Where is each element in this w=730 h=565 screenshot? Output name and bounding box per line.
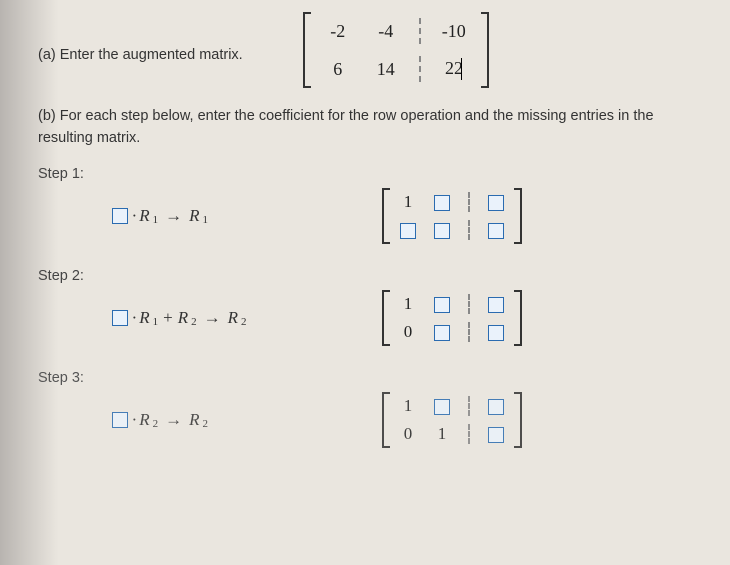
step3-r2c3-input[interactable]: [488, 427, 504, 443]
aug-divider: [419, 18, 421, 44]
aug-divider: [468, 322, 470, 342]
step2-r1c2-input[interactable]: [434, 297, 450, 313]
aug-divider: [468, 294, 470, 314]
matrix-a-r1c1[interactable]: -2: [319, 21, 357, 42]
step1-r1c3-input[interactable]: [488, 195, 504, 211]
step1-r2c3-input[interactable]: [488, 223, 504, 239]
step1-r2c1-input[interactable]: [400, 223, 416, 239]
step-3-operation: · R2 → R2: [22, 410, 322, 430]
step2-r1c1: 1: [396, 294, 420, 314]
coeff-input-step3[interactable]: [112, 412, 128, 428]
step-3-matrix: 1 0 1: [382, 392, 522, 448]
matrix-a-r2c3[interactable]: 22: [435, 58, 473, 81]
step2-r2c3-input[interactable]: [488, 325, 504, 341]
step3-r2c2: 1: [430, 424, 454, 444]
step-1-matrix: 1: [382, 188, 522, 244]
text-cursor: [461, 58, 463, 80]
coeff-input-step2[interactable]: [112, 310, 128, 326]
step2-r2c1: 0: [396, 322, 420, 342]
aug-divider: [419, 56, 421, 82]
augmented-matrix-a: -2 -4 -10 6 14 22: [303, 12, 489, 88]
part-b-prompt: (b) For each step below, enter the coeff…: [38, 106, 712, 150]
step3-r1c1: 1: [396, 396, 420, 416]
step-2-operation: · R1 + R2 → R2: [22, 308, 322, 328]
step-3-label: Step 3:: [38, 370, 712, 386]
step-1-label: Step 1:: [38, 166, 712, 182]
part-a-row: (a) Enter the augmented matrix. -2 -4 -1…: [22, 12, 712, 88]
step-3-row: · R2 → R2 1 0 1: [22, 392, 712, 448]
aug-divider: [468, 396, 470, 416]
step3-r1c2-input[interactable]: [434, 399, 450, 415]
step-2-label: Step 2:: [38, 268, 712, 284]
aug-divider: [468, 192, 470, 212]
step3-r1c3-input[interactable]: [488, 399, 504, 415]
step-1-row: · R1 → R1 1: [22, 188, 712, 244]
step3-r2c1: 0: [396, 424, 420, 444]
arrow-icon: →: [204, 308, 221, 328]
part-a-prompt: (a) Enter the augmented matrix.: [22, 37, 243, 63]
aug-divider: [468, 220, 470, 240]
matrix-a-body: -2 -4 -10 6 14 22: [311, 12, 481, 88]
matrix-a-r2c2[interactable]: 14: [367, 59, 405, 80]
step-2-row: · R1 + R2 → R2 1 0: [22, 290, 712, 346]
step1-r1c1: 1: [396, 192, 420, 212]
arrow-icon: →: [165, 410, 182, 430]
step1-r1c2-input[interactable]: [434, 195, 450, 211]
aug-divider: [468, 424, 470, 444]
step-2-matrix: 1 0: [382, 290, 522, 346]
arrow-icon: →: [165, 206, 182, 226]
coeff-input-step1[interactable]: [112, 208, 128, 224]
matrix-a-r1c3[interactable]: -10: [435, 21, 473, 42]
step1-r2c2-input[interactable]: [434, 223, 450, 239]
step2-r2c2-input[interactable]: [434, 325, 450, 341]
step2-r1c3-input[interactable]: [488, 297, 504, 313]
matrix-a-r2c1[interactable]: 6: [319, 59, 357, 80]
worksheet-page: (a) Enter the augmented matrix. -2 -4 -1…: [0, 0, 730, 448]
matrix-a-r1c2[interactable]: -4: [367, 21, 405, 42]
step-1-operation: · R1 → R1: [22, 206, 322, 226]
